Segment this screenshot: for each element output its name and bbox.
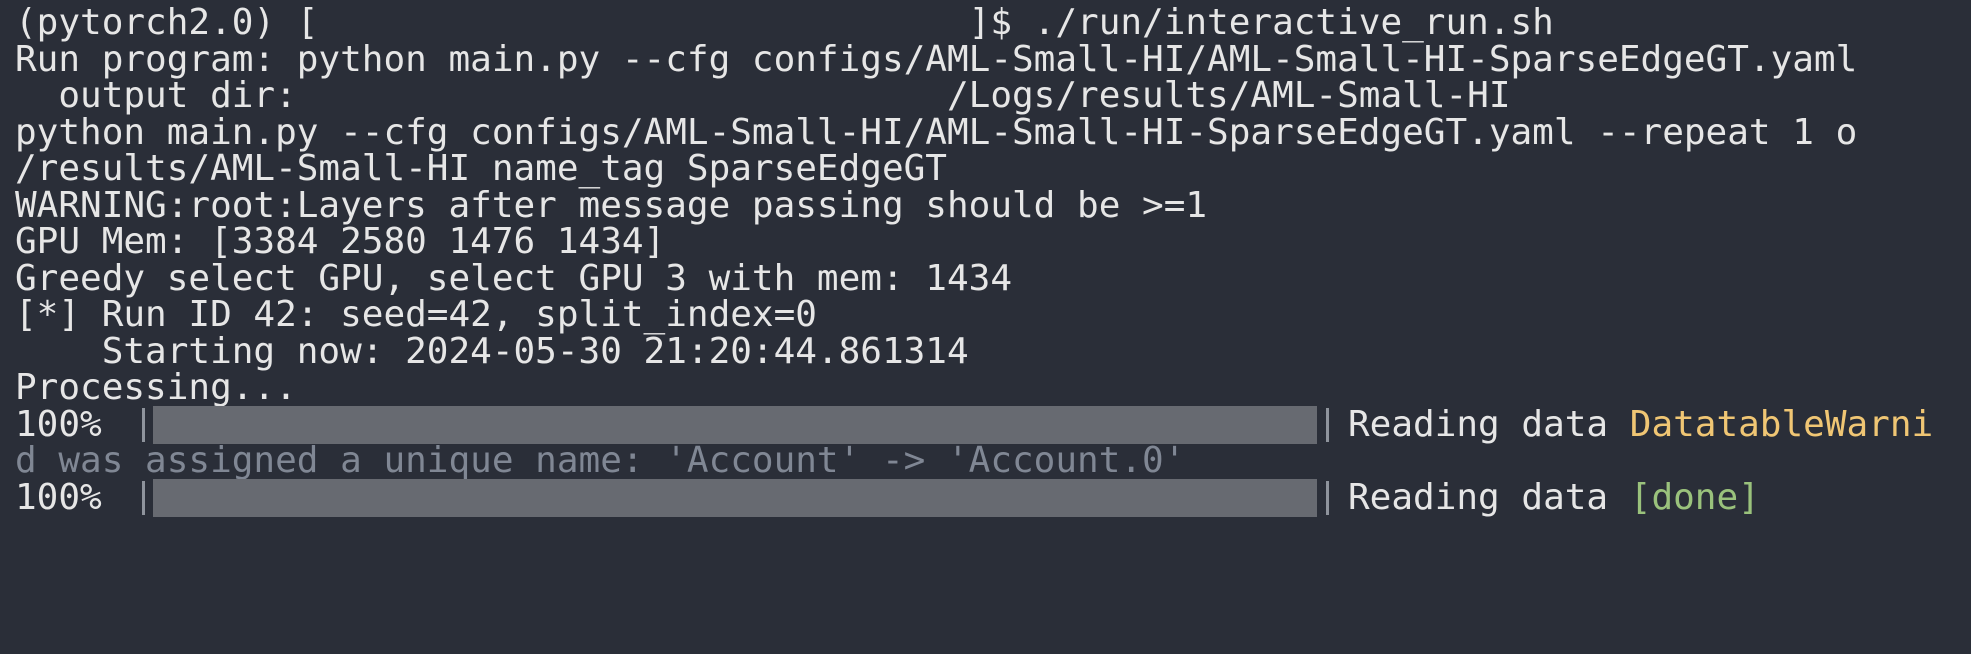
terminal-window[interactable]: (pytorch2.0) [ ]$ ./run/interactive_run.…	[0, 0, 1971, 654]
progress-bar-right-edge	[1326, 481, 1329, 515]
progress-percent: 100%	[15, 477, 102, 518]
progress-bar-left-edge	[142, 408, 145, 442]
progress-bar-right-edge	[1326, 408, 1329, 442]
progress-bar-fill	[153, 479, 1317, 517]
progress-message: Reading data [done]	[1348, 475, 1760, 521]
progress-status-done: [done]	[1629, 477, 1760, 518]
progress-bar	[153, 479, 1317, 517]
progress-warning-text: DatatableWarni	[1629, 404, 1934, 445]
progress-message-text: Reading data	[1348, 477, 1630, 518]
progress-bar-left-edge	[142, 481, 145, 515]
progress-row-2: 100% Reading data [done]	[15, 475, 1971, 521]
progress-message-text: Reading data	[1348, 404, 1630, 445]
progress-message: Reading data DatatableWarni	[1348, 402, 1933, 448]
